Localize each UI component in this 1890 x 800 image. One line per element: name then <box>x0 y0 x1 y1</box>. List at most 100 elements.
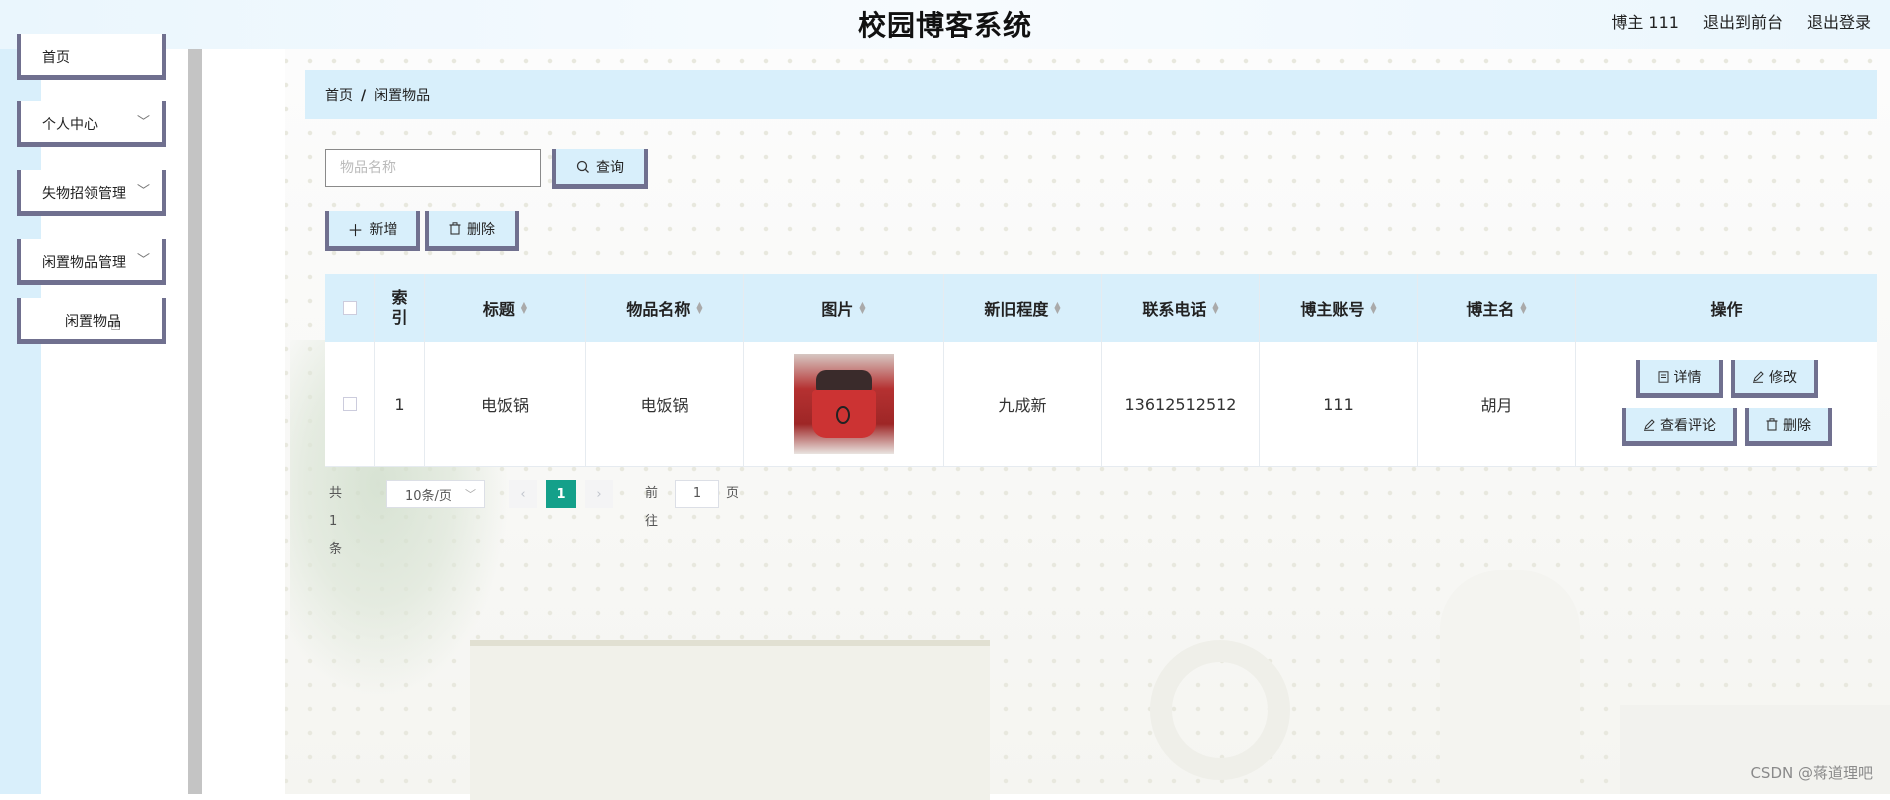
watermark: CSDN @蒋道理吧 <box>1750 764 1873 782</box>
detail-button[interactable]: 详情 <box>1636 360 1723 398</box>
detail-button-label: 详情 <box>1673 369 1702 386</box>
search-input[interactable] <box>325 149 541 187</box>
column-header-label: 新旧程度 <box>984 300 1049 319</box>
pedestal-decoration <box>470 640 990 800</box>
sidebar-item-label: 个人中心 <box>42 117 98 133</box>
column-header-name[interactable]: 物品名称 ▲ ▼ <box>586 274 744 342</box>
sidebar-item-label: 闲置物品管理 <box>42 255 126 271</box>
cell-image <box>744 342 944 467</box>
sidebar-item-label: 失物招领管理 <box>42 186 126 202</box>
breadcrumb-home[interactable]: 首页 <box>325 88 353 104</box>
chevron-right-icon: › <box>596 486 602 502</box>
sort-icon[interactable]: ▲ ▼ <box>521 301 527 315</box>
trash-icon <box>1766 418 1778 431</box>
sort-icon[interactable]: ▲ ▼ <box>1520 301 1526 315</box>
back-to-front-link[interactable]: 退出到前台 <box>1703 9 1783 33</box>
sidebar-item-home[interactable]: 首页 <box>17 34 166 80</box>
column-header-index: 索 引 <box>375 274 425 342</box>
row-select-cell <box>325 342 375 467</box>
page-size-value: 10条/页 <box>405 488 452 504</box>
edit-button-label: 修改 <box>1769 369 1797 386</box>
column-header-label: 联系电话 <box>1142 300 1207 319</box>
logout-link[interactable]: 退出登录 <box>1807 9 1871 33</box>
add-button[interactable]: ＋ 新增 <box>325 211 420 251</box>
column-header-label: 标题 <box>482 300 515 319</box>
sort-icon[interactable]: ▲ ▼ <box>1370 301 1376 315</box>
hand-cursor-icon: ☝ <box>110 314 121 335</box>
current-user-label[interactable]: 博主 111 <box>1611 9 1679 33</box>
cell-actions <box>1576 342 1877 467</box>
sidebar-item-idle-goods[interactable]: 闲置物品 <box>17 298 166 344</box>
ring-decoration <box>1150 640 1290 780</box>
cell-name: 电饭锅 <box>586 342 744 467</box>
column-header-blogger[interactable]: 博主名 ▲ ▼ <box>1418 274 1576 342</box>
search-button[interactable]: 查询 <box>552 149 648 189</box>
column-header-label: 博主账号 <box>1300 300 1365 319</box>
column-header-label: 物品名称 <box>626 300 691 319</box>
goto-suffix: 页 <box>726 486 740 501</box>
edit-button[interactable]: 修改 <box>1731 360 1818 398</box>
column-header-index-line1: 索 <box>391 288 408 307</box>
chevron-down-icon: ﹀ <box>136 115 150 130</box>
sort-icon[interactable]: ▲ ▼ <box>1054 301 1060 315</box>
cell-phone: 13612512512 <box>1102 342 1260 467</box>
main-left-gutter <box>202 49 285 794</box>
column-header-label: 图片 <box>821 300 854 319</box>
sidebar-item-lost-found[interactable]: 失物招领管理 ﹀ <box>17 170 166 216</box>
top-header: 校园博客系统 博主 111 退出到前台 退出登录 <box>0 0 1890 49</box>
site-title: 校园博客系统 <box>857 9 1032 42</box>
add-button-label: 新增 <box>369 221 398 238</box>
breadcrumb: 首页 / 闲置物品 <box>305 70 1877 119</box>
cell-index: 1 <box>375 342 425 467</box>
sort-icon[interactable]: ▲ ▼ <box>859 301 865 315</box>
column-header-image[interactable]: 图片 ▲ ▼ <box>744 274 944 342</box>
column-header-account[interactable]: 博主账号 ▲ ▼ <box>1260 274 1418 342</box>
chevron-down-icon: ﹀ <box>136 253 150 268</box>
breadcrumb-separator: / <box>361 88 367 104</box>
sidebar-scrollbar[interactable] <box>188 49 202 794</box>
plus-icon: ＋ <box>347 220 364 240</box>
row-checkbox[interactable] <box>342 397 357 411</box>
page-number-current[interactable]: 1 <box>546 480 576 508</box>
goto-page-input[interactable]: 1 <box>675 480 719 508</box>
view-comments-label: 查看评论 <box>1660 417 1716 434</box>
view-comments-button[interactable]: 查看评论 <box>1622 408 1737 446</box>
cell-blogger: 胡月 <box>1418 342 1576 467</box>
batch-delete-button[interactable]: 删除 <box>425 211 519 251</box>
cylinder-decoration <box>1440 570 1580 794</box>
edit-icon <box>1644 418 1655 431</box>
row-delete-button[interactable]: 删除 <box>1745 408 1832 446</box>
column-header-label: 操作 <box>1710 300 1743 319</box>
document-icon <box>1658 370 1668 383</box>
chevron-left-icon: ‹ <box>520 486 526 502</box>
pagination-total: 共 1 条 <box>329 486 343 557</box>
goto-prefix: 前往 <box>645 486 659 529</box>
search-button-label: 查询 <box>596 159 624 176</box>
row-delete-label: 删除 <box>1783 417 1811 434</box>
select-all-checkbox[interactable] <box>342 301 357 315</box>
header-user-menu: 博主 111 退出到前台 退出登录 <box>1611 9 1871 33</box>
delete-button-label: 删除 <box>467 221 495 238</box>
column-header-label: 博主名 <box>1466 300 1515 319</box>
rice-cooker-image[interactable] <box>793 354 894 454</box>
page-size-select[interactable]: 10条/页 ﹀ <box>386 480 485 508</box>
sidebar-item-personal-center[interactable]: 个人中心 ﹀ <box>17 101 166 147</box>
sort-icon[interactable]: ▲ ▼ <box>1212 301 1218 315</box>
sidebar-background <box>0 49 41 794</box>
sidebar-item-idle-goods-manage[interactable]: 闲置物品管理 ﹀ <box>17 239 166 285</box>
sidebar-panel <box>41 49 188 794</box>
column-header-index-line2: 引 <box>391 308 408 327</box>
edit-icon <box>1753 370 1764 383</box>
sort-icon[interactable]: ▲ ▼ <box>696 301 702 315</box>
goods-table: 索 引 标题 ▲ ▼ 物品名称 ▲ ▼ 图片 ▲ ▼ 新旧程度 ▲ ▼ 联系电话 ▲ ▼ 博主账号 ▲… <box>325 274 1877 467</box>
column-header-title[interactable]: 标题 ▲ ▼ <box>425 274 586 342</box>
prev-page-button[interactable]: ‹ <box>509 480 537 508</box>
cell-title: 电饭锅 <box>425 342 586 467</box>
column-header-condition[interactable]: 新旧程度 ▲ ▼ <box>944 274 1102 342</box>
column-header-phone[interactable]: 联系电话 ▲ ▼ <box>1102 274 1260 342</box>
thumb-shape-knob <box>835 406 850 424</box>
next-page-button[interactable]: › <box>585 480 613 508</box>
select-all-cell <box>325 274 375 342</box>
chevron-down-icon: ﹀ <box>136 184 150 199</box>
breadcrumb-current: 闲置物品 <box>374 88 431 104</box>
